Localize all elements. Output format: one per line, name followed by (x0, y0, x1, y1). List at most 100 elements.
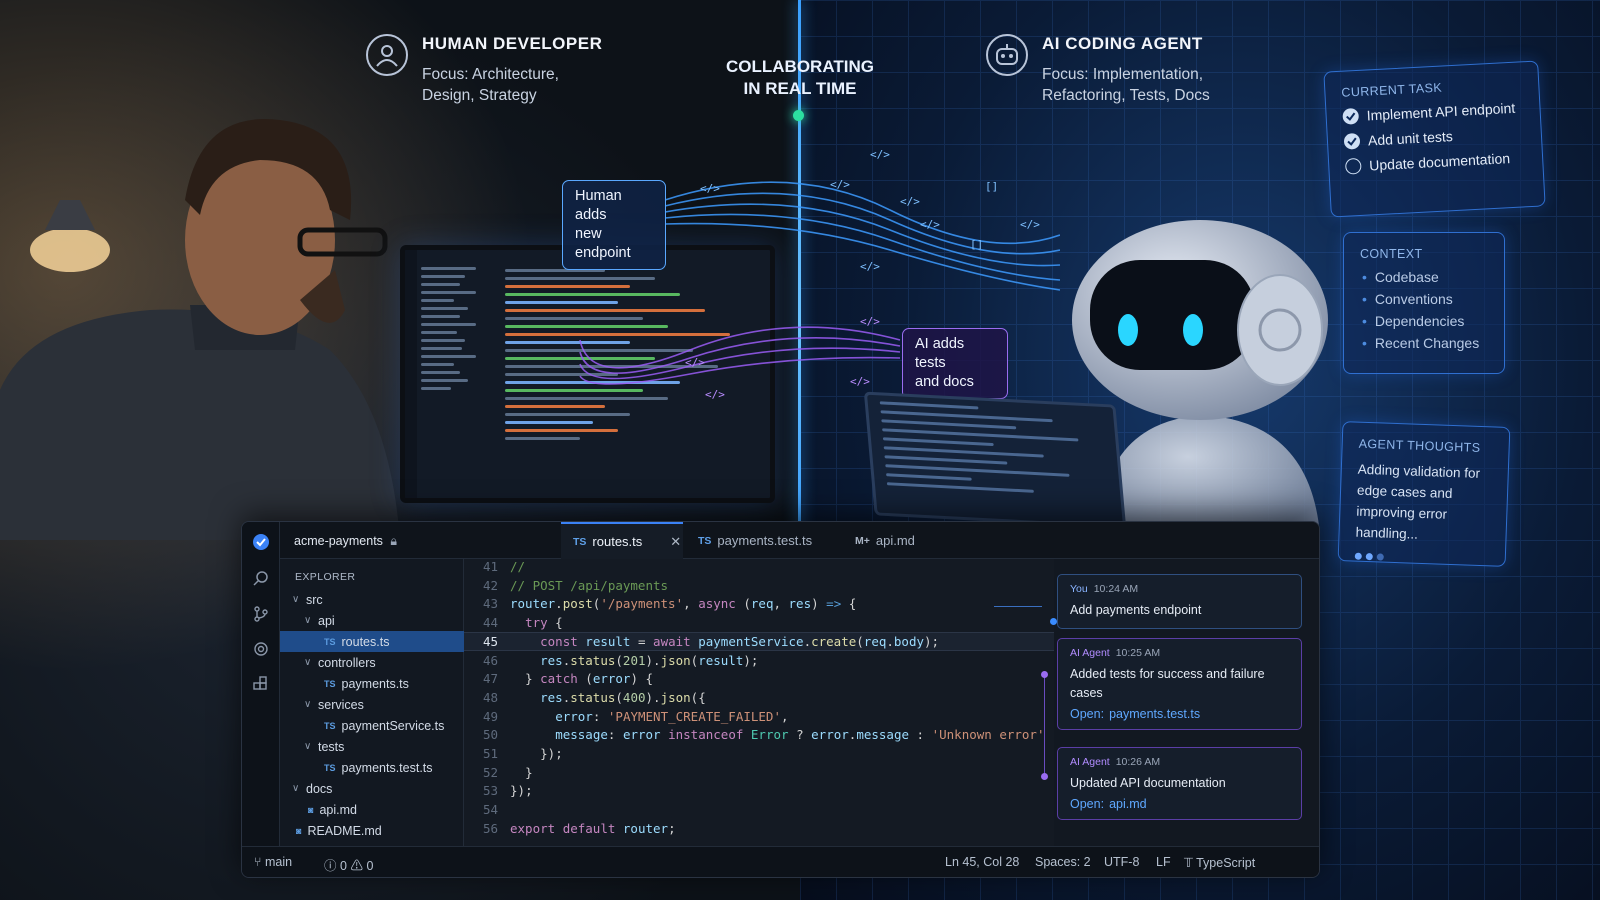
branch-name: main (265, 855, 293, 869)
agent-laptop (863, 391, 1127, 529)
chevron-down-icon: ∨ (304, 741, 312, 752)
tab-label: payments.test.ts (717, 533, 813, 548)
code-line[interactable]: 53}); (464, 781, 1054, 800)
live-indicator (793, 110, 804, 121)
cursor-position[interactable]: Ln 45, Col 28 (945, 855, 1019, 869)
code-line[interactable]: 54 (464, 800, 1054, 819)
line-number: 42 (482, 577, 498, 593)
context-panel: CONTEXT Codebase Conventions Dependencie… (1343, 232, 1505, 374)
tree-folder[interactable]: ∨ tests (280, 736, 464, 757)
status-bar: ⑂ main ⓘ 0 ⚠ 0 Ln 45, Col 28 Spaces: 2 U… (242, 846, 1319, 877)
code-line[interactable]: 41 // (464, 557, 1054, 576)
message-meta: AI Agent 10:25 AM (1070, 647, 1289, 659)
svg-text:</>: </> (830, 178, 850, 191)
tree-file[interactable]: ◙ api.md (280, 799, 464, 820)
tree-folder[interactable]: ∨ src (280, 589, 464, 610)
context-item: Conventions (1362, 291, 1488, 307)
tree-label: api.md (319, 802, 357, 817)
code-line[interactable]: 52 } (464, 763, 1054, 782)
line-number: 54 (482, 802, 498, 818)
svg-text:</>: </> (700, 182, 720, 195)
repository-name[interactable]: acme-payments 🔒︎ (294, 534, 397, 549)
message-time: 10:24 AM (1093, 583, 1139, 595)
code-text: router.post('/payments', async (req, res… (510, 596, 857, 612)
language-mode[interactable]: 𝕋 TypeScript (1184, 855, 1255, 870)
open-file-link[interactable]: Open: payments.test.ts (1070, 707, 1289, 721)
tree-label: README.md (307, 823, 382, 838)
svg-text:</>: </> (685, 356, 705, 369)
context-item: Codebase (1362, 269, 1488, 285)
tree-folder[interactable]: ∨ controllers (280, 652, 464, 673)
tree-file[interactable]: TS payments.ts (280, 673, 464, 694)
message-author: You (1070, 583, 1088, 595)
svg-text:</>: </> (860, 315, 880, 328)
robot-icon (986, 34, 1028, 76)
open-file-link[interactable]: Open: api.md (1070, 797, 1289, 811)
tree-folder[interactable]: ∨ services (280, 694, 464, 715)
svg-text:[]: [] (970, 238, 983, 251)
code-line[interactable]: 50 message: error instanceof Error ? err… (464, 725, 1054, 744)
code-line[interactable]: 49 error: 'PAYMENT_CREATE_FAILED', (464, 707, 1054, 726)
indentation[interactable]: Spaces: 2 (1035, 855, 1091, 869)
user-icon (366, 34, 408, 76)
code-text: res.status(400).json({ (540, 689, 706, 705)
message-text: Updated API documentation (1070, 776, 1226, 790)
app-logo-icon[interactable] (251, 532, 271, 552)
code-line[interactable]: 43 router.post('/payments', async (req, r… (464, 594, 1054, 613)
chevron-down-icon: ∨ (304, 615, 312, 626)
svg-text:</>: </> (870, 148, 890, 161)
tree-folder[interactable]: ∨ docs (280, 778, 464, 799)
human-developer-title: HUMAN DEVELOPER (422, 34, 603, 53)
context-item: Recent Changes (1362, 335, 1488, 351)
code-line[interactable]: 46 res.status(201).json(result); (464, 651, 1054, 670)
line-number: 56 (482, 820, 498, 836)
code-line[interactable]: 56 export default router; (464, 819, 1054, 838)
svg-text:</>: </> (900, 195, 920, 208)
current-task-panel: CURRENT TASK Implement API endpoint Add … (1323, 60, 1546, 218)
code-text: // POST /api/payments (510, 577, 669, 593)
tab-api-md[interactable]: M+ api.md (843, 522, 927, 559)
chevron-down-icon: ∨ (292, 783, 300, 794)
tree-folder[interactable]: ∨ api (280, 610, 464, 631)
tree-file[interactable]: TS paymentService.ts (280, 715, 464, 736)
code-line[interactable]: 42 // POST /api/payments (464, 576, 1054, 595)
ai-agent-header: AI CODING AGENT Focus: Implementation, R… (986, 34, 1210, 106)
error-icon: ⓘ (324, 859, 337, 873)
code-text: }); (540, 746, 563, 761)
tree-file[interactable]: TS payments.test.ts (280, 757, 464, 778)
close-icon[interactable]: ✕ (670, 534, 681, 550)
problems-indicator[interactable]: ⓘ 0 ⚠ 0 (324, 855, 373, 874)
code-line[interactable]: 47 } catch (error) { (464, 669, 1054, 688)
source-control-icon[interactable] (251, 604, 271, 624)
ai-assistant-icon[interactable] (251, 639, 271, 659)
message-author: AI Agent (1070, 756, 1110, 768)
code-line[interactable]: 51 }); (464, 744, 1054, 763)
tab-routes[interactable]: TS routes.ts ✕ (561, 522, 683, 559)
tab-payments-test[interactable]: TS payments.test.ts (686, 522, 824, 559)
code-editor[interactable]: 41 // 42 // POST /api/payments 43 router.post… (464, 559, 1054, 848)
line-ending[interactable]: LF (1156, 855, 1171, 869)
warning-icon: ⚠ (350, 859, 363, 873)
message-text: Added tests for success and failure case… (1070, 667, 1265, 700)
ai-agent-focus: Focus: Implementation, Refactoring, Test… (1042, 66, 1210, 104)
tab-label: api.md (875, 533, 915, 548)
ide-tab-bar: acme-payments 🔒︎ TS routes.ts ✕ TS payme… (280, 522, 1319, 559)
code-line[interactable]: 44 try { (464, 613, 1054, 632)
code-line[interactable]: 45 const result = await paymentService.c… (464, 631, 1054, 651)
svg-text:</>: </> (1020, 218, 1040, 231)
encoding[interactable]: UTF-8 (1104, 855, 1139, 869)
tree-file[interactable]: ◙ README.md (280, 820, 464, 841)
timeline-connector (994, 606, 1042, 607)
timeline-node (1041, 773, 1048, 780)
ai-agent-title: AI CODING AGENT (1042, 34, 1203, 53)
search-icon[interactable] (251, 568, 271, 588)
typescript-file-icon: TS (324, 720, 336, 731)
task-label: Update documentation (1368, 150, 1511, 174)
extensions-icon[interactable] (251, 674, 271, 694)
branch-indicator[interactable]: ⑂ main (254, 855, 292, 869)
explorer-title: EXPLORER (295, 571, 356, 583)
tree-file[interactable]: TS routes.ts (280, 631, 464, 652)
code-line[interactable]: 48 res.status(400).json({ (464, 688, 1054, 707)
line-number: 52 (482, 764, 498, 780)
activity-timeline: You 10:24 AM Add payments endpoint AI Agent… (994, 559, 1319, 848)
